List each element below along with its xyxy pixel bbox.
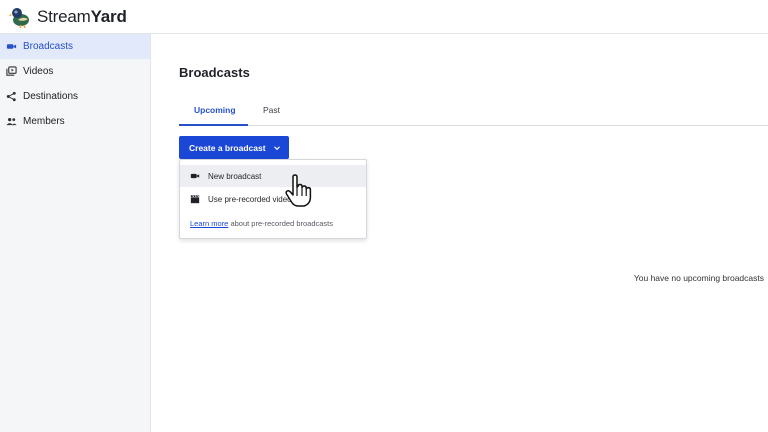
sidebar-item-broadcasts[interactable]: Broadcasts (0, 34, 150, 59)
sidebar-item-label: Members (23, 116, 65, 127)
clapperboard-icon (190, 194, 200, 204)
chevron-down-icon (273, 144, 281, 152)
menu-item-pre-recorded[interactable]: Use pre-recorded video (180, 188, 366, 210)
main-content: Broadcasts Upcoming Past Create a broadc… (151, 34, 768, 432)
sidebar-item-label: Destinations (23, 91, 79, 102)
tab-upcoming[interactable]: Upcoming (179, 105, 248, 126)
sidebar: Broadcasts Videos Destinations Members (0, 34, 151, 432)
sidebar-item-members[interactable]: Members (0, 109, 150, 134)
tab-past[interactable]: Past (263, 105, 280, 126)
sidebar-item-label: Videos (23, 66, 54, 77)
top-bar: StreamYard (0, 0, 768, 34)
tab-bar: Upcoming Past (179, 102, 768, 126)
menu-item-label: Use pre-recorded video (208, 194, 292, 204)
page-title: Broadcasts (179, 65, 250, 80)
video-camera-icon (6, 41, 17, 52)
people-icon (6, 116, 17, 127)
video-camera-icon (190, 171, 200, 181)
video-library-icon (6, 66, 17, 77)
menu-item-new-broadcast[interactable]: New broadcast (180, 165, 366, 187)
create-broadcast-button[interactable]: Create a broadcast (179, 136, 289, 159)
learn-more-link[interactable]: Learn more (190, 219, 228, 228)
sidebar-item-label: Broadcasts (23, 41, 74, 52)
create-broadcast-menu: New broadcast Use pre-recorded video Lea… (179, 159, 367, 239)
empty-state-message: You have no upcoming broadcasts (633, 273, 764, 283)
sidebar-item-videos[interactable]: Videos (0, 59, 150, 84)
menu-item-label: New broadcast (208, 171, 262, 181)
logo-text-bold: Yard (90, 7, 127, 26)
hand-pointer-icon (285, 174, 312, 207)
note-text: about pre-recorded broadcasts (228, 219, 334, 228)
pre-recorded-note: Learn more about pre-recorded broadcasts (190, 219, 333, 228)
create-broadcast-label: Create a broadcast (189, 142, 266, 153)
share-icon (6, 91, 17, 102)
streamyard-logo[interactable]: StreamYard (8, 5, 127, 29)
sidebar-item-destinations[interactable]: Destinations (0, 84, 150, 109)
duck-logo-icon (8, 8, 29, 29)
logo-text-regular: Stream (37, 7, 91, 26)
